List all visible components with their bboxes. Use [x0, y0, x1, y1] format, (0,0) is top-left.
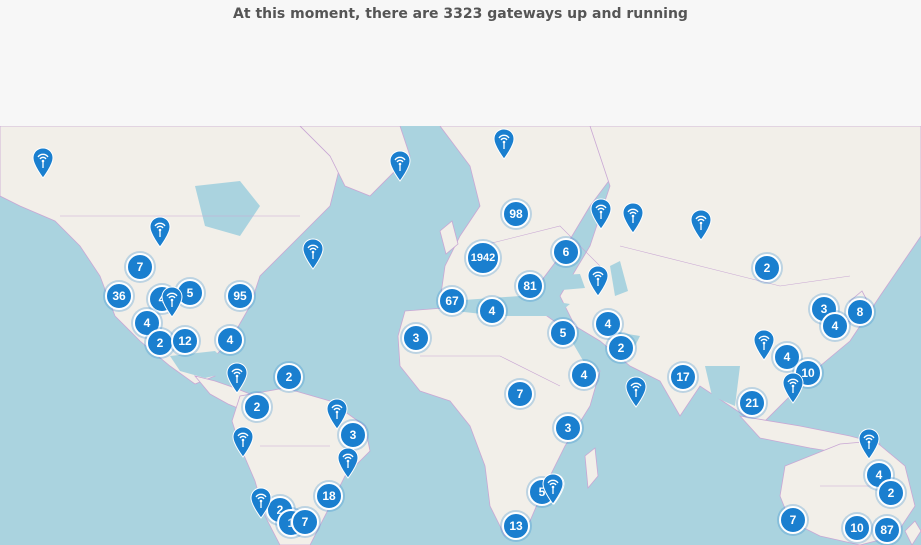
gateway-pin-ecuador[interactable] — [232, 426, 254, 458]
cluster-russia-west[interactable]: 6 — [552, 238, 580, 266]
cluster-east-africa[interactable]: 3 — [554, 414, 582, 442]
gateway-pin-iceland[interactable] — [389, 150, 411, 182]
cluster-china-north[interactable]: 2 — [753, 254, 781, 282]
gateway-pin-icon — [587, 265, 609, 297]
cluster-iberia[interactable]: 67 — [438, 287, 466, 315]
gateway-pin-icon — [32, 147, 54, 179]
gateway-pin-russia-1[interactable] — [590, 198, 612, 230]
cluster-usa-southeast[interactable]: 4 — [216, 326, 244, 354]
gateway-pin-icon — [161, 286, 183, 318]
cluster-usa-east[interactable]: 95 — [226, 282, 254, 310]
water-bay-of-bengal — [705, 366, 740, 406]
cluster-scandinavia[interactable]: 98 — [502, 200, 530, 228]
gateway-pin-icon — [302, 238, 324, 270]
gateway-pin-venezuela[interactable] — [326, 398, 348, 430]
cluster-malaysia[interactable]: 21 — [738, 389, 766, 417]
gateway-pin-russia-2[interactable] — [622, 202, 644, 234]
cluster-brazil-south[interactable]: 18 — [315, 482, 343, 510]
cluster-mexico-north[interactable]: 2 — [146, 329, 174, 357]
gateway-pin-icon — [337, 447, 359, 479]
cluster-italy-med[interactable]: 4 — [478, 297, 506, 325]
cluster-south-africa[interactable]: 13 — [502, 512, 530, 540]
gateway-count-headline: At this moment, there are 3323 gateways … — [233, 6, 688, 22]
gateway-pin-icon — [326, 398, 348, 430]
gateway-pin-icon — [149, 216, 171, 248]
gateway-pin-canada-east[interactable] — [302, 238, 324, 270]
gateway-pin-russia-3[interactable] — [690, 209, 712, 241]
gateway-pin-icon — [858, 428, 880, 460]
gateway-pin-south-china[interactable] — [753, 329, 775, 361]
water-black-sea — [545, 274, 585, 291]
cluster-morocco[interactable]: 3 — [402, 324, 430, 352]
cluster-ethiopia[interactable]: 4 — [570, 361, 598, 389]
gateway-pin-usa-central[interactable] — [161, 286, 183, 318]
gateway-pin-alaska[interactable] — [32, 147, 54, 179]
cluster-australia-victoria[interactable]: 10 — [843, 514, 871, 542]
cluster-usa-west[interactable]: 36 — [105, 282, 133, 310]
cluster-australia-nsw[interactable]: 2 — [877, 479, 905, 507]
gateway-pin-caribbean[interactable] — [226, 362, 248, 394]
gateway-pin-south-africa[interactable] — [542, 473, 564, 505]
cluster-caribbean[interactable]: 2 — [275, 363, 303, 391]
gateway-pin-norway[interactable] — [493, 128, 515, 160]
cluster-colombia[interactable]: 2 — [243, 393, 271, 421]
gateway-pin-icon — [542, 473, 564, 505]
gateway-pin-icon — [226, 362, 248, 394]
gateway-pin-icon — [590, 198, 612, 230]
map-land-layer — [0, 126, 921, 545]
page-header: At this moment, there are 3323 gateways … — [0, 0, 921, 126]
land-madagascar — [584, 447, 599, 489]
cluster-uruguay[interactable]: 7 — [291, 508, 319, 536]
cluster-gulf[interactable]: 2 — [607, 334, 635, 362]
cluster-balkans[interactable]: 81 — [516, 272, 544, 300]
cluster-japan[interactable]: 8 — [846, 298, 874, 326]
gateway-pin-icon — [622, 202, 644, 234]
cluster-japan-south[interactable]: 4 — [821, 312, 849, 340]
gateway-pin-brazil-east[interactable] — [337, 447, 359, 479]
gateway-pin-arabian-sea[interactable] — [625, 376, 647, 408]
cluster-australia-west[interactable]: 7 — [779, 506, 807, 534]
gateway-pin-icon — [232, 426, 254, 458]
gateway-pin-canada-west[interactable] — [149, 216, 171, 248]
cluster-australia-southeast[interactable]: 87 — [873, 516, 901, 544]
gateway-pin-icon — [625, 376, 647, 408]
cluster-egypt[interactable]: 5 — [549, 319, 577, 347]
cluster-usa-texas[interactable]: 12 — [171, 327, 199, 355]
gateway-pin-turkey[interactable] — [587, 265, 609, 297]
gateway-pin-icon — [690, 209, 712, 241]
gateway-pin-icon — [753, 329, 775, 361]
gateway-pin-icon — [389, 150, 411, 182]
gateway-pin-icon — [782, 372, 804, 404]
gateway-pin-philippines[interactable] — [782, 372, 804, 404]
gateway-pin-chile[interactable] — [250, 487, 272, 519]
land-new-zealand — [904, 520, 921, 545]
gateway-pin-australia-northeast[interactable] — [858, 428, 880, 460]
world-map[interactable]: 7364595421242231821798194266781435424735… — [0, 126, 921, 545]
gateway-pin-icon — [493, 128, 515, 160]
cluster-usa-north[interactable]: 7 — [126, 253, 154, 281]
cluster-western-europe[interactable]: 1942 — [466, 241, 500, 275]
cluster-india[interactable]: 17 — [669, 363, 697, 391]
gateway-pin-icon — [250, 487, 272, 519]
cluster-west-africa[interactable]: 7 — [506, 380, 534, 408]
